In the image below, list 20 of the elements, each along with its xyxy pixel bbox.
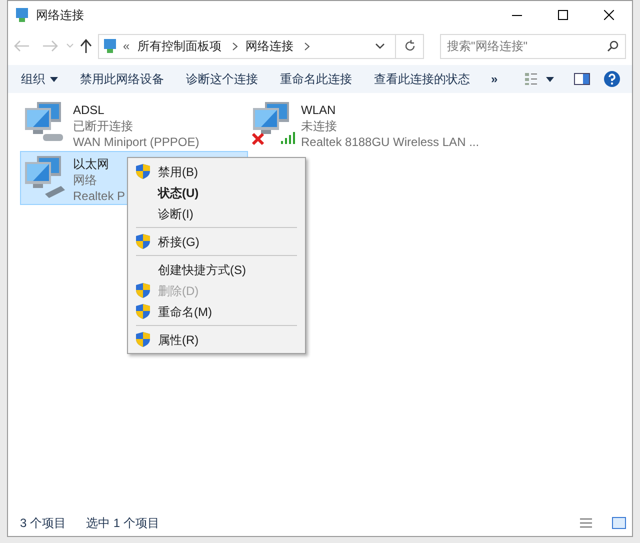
menu-item-label: 属性(R) (158, 332, 199, 348)
menu-item-label: 桥接(G) (158, 234, 200, 250)
menu-item-label: 创建快捷方式(S) (158, 262, 246, 278)
connection-name: 以太网 (73, 156, 110, 172)
menu-item-label: 删除(D) (158, 282, 199, 300)
menu-item-label: 状态(U) (158, 184, 199, 202)
menu-item-label: 诊断(I) (158, 206, 194, 222)
connection-name: WLAN (301, 102, 337, 118)
connection-status: 未连接 (301, 118, 338, 134)
connection-device: Realtek 8188GU Wireless LAN ... (301, 134, 480, 150)
menu-item-label: 重命名(M) (158, 304, 212, 320)
connection-status: 网络 (73, 172, 98, 188)
selection-count: 选中 1 个项目 (86, 515, 160, 532)
connection-device: Realtek P (73, 188, 126, 204)
item-count: 3 个项目 (20, 515, 66, 532)
connection-status: 已断开连接 (73, 118, 134, 134)
window-title: 网络连接 (36, 7, 84, 24)
menu-item-label: 禁用(B) (158, 164, 198, 180)
connection-device: WAN Miniport (PPPOE) (73, 134, 200, 150)
connection-name: ADSL (73, 102, 106, 118)
